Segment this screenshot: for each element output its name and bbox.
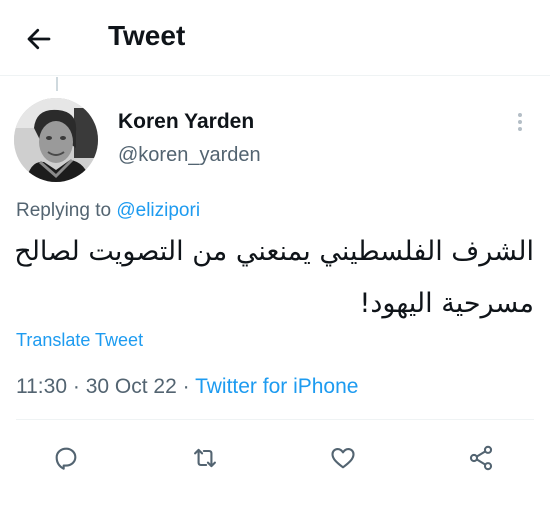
tweet-source-link[interactable]: Twitter for iPhone xyxy=(195,375,358,398)
share-icon xyxy=(469,445,493,471)
avatar[interactable] xyxy=(14,98,98,182)
tweet-time[interactable]: 11:30 xyxy=(16,375,67,398)
meta-separator: · xyxy=(182,375,190,398)
author-display-name[interactable]: Koren Yarden xyxy=(118,110,254,134)
tweet-metadata: 11:30 · 30 Oct 22 · Twitter for iPhone xyxy=(16,375,358,399)
reply-button[interactable] xyxy=(46,438,86,478)
more-dot xyxy=(518,120,522,124)
more-dot xyxy=(518,127,522,131)
more-dot xyxy=(518,113,522,117)
tweet-actions-bar xyxy=(0,438,550,478)
author-handle[interactable]: @koren_yarden xyxy=(118,144,261,167)
replying-to-mention-link[interactable]: @elizipori xyxy=(116,200,200,221)
reply-icon xyxy=(55,447,77,470)
tweet-text: الشرف الفلسطيني يمنعني من التصويت لصالح … xyxy=(14,236,534,319)
back-button[interactable] xyxy=(22,22,56,56)
meta-separator: · xyxy=(72,375,80,398)
top-app-bar: Tweet xyxy=(0,0,550,76)
arrow-left-icon xyxy=(27,28,51,50)
page-title: Tweet xyxy=(108,20,186,51)
thread-connector-line xyxy=(56,77,58,91)
retweet-button[interactable] xyxy=(185,438,225,478)
like-button[interactable] xyxy=(323,438,363,478)
translate-tweet-link[interactable]: Translate Tweet xyxy=(16,330,143,351)
divider xyxy=(16,419,534,420)
replying-to: Replying to @elizipori xyxy=(16,200,200,222)
more-options-button[interactable] xyxy=(508,110,532,134)
retweet-icon xyxy=(194,448,216,468)
heart-icon xyxy=(331,447,355,469)
tweet-date[interactable]: 30 Oct 22 xyxy=(86,375,177,398)
replying-prefix: Replying to xyxy=(16,200,117,221)
share-button[interactable] xyxy=(461,438,501,478)
